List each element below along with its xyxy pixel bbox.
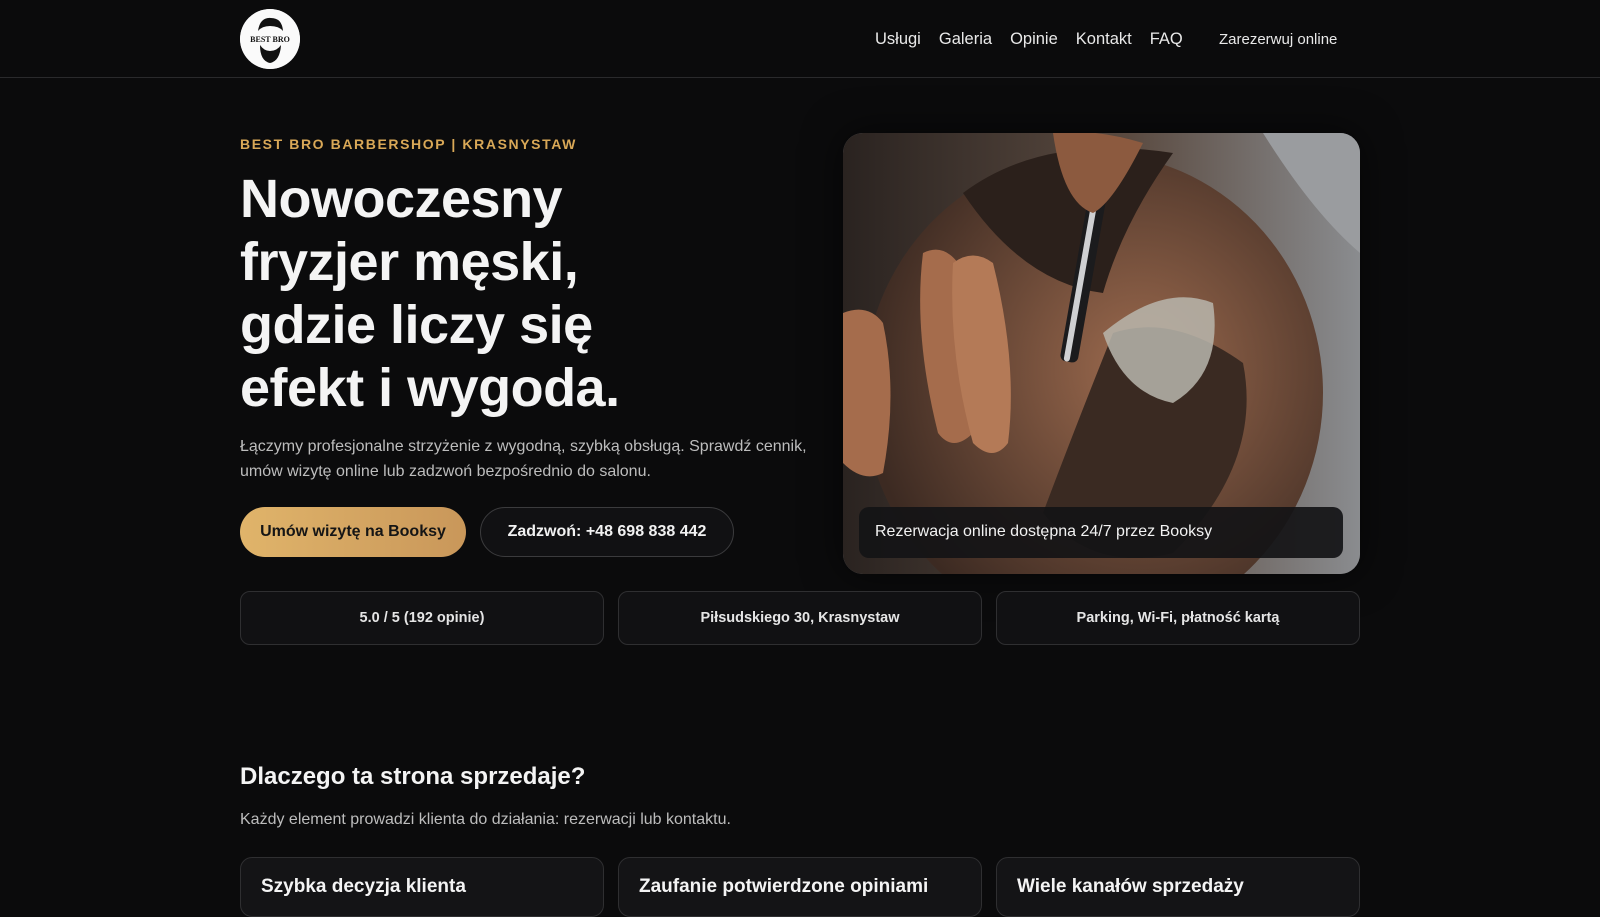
main-nav: Usługi Galeria Opinie Kontakt FAQ [875, 30, 1201, 49]
top-navbar: BEST BRO Usługi Galeria Opinie Kontakt F… [0, 0, 1600, 78]
logo-text: BEST BRO [250, 35, 290, 44]
why-section-title: Dlaczego ta strona sprzedaje? [240, 763, 586, 790]
headline-line-2: fryzjer męski, [240, 232, 579, 292]
reserve-online-link[interactable]: Zarezerwuj online [1219, 31, 1337, 48]
feature-cards: Szybka decyzja klienta Zaufanie potwierd… [240, 857, 1360, 917]
headline-line-3: gdzie liczy się [240, 295, 593, 355]
call-button[interactable]: Zadzwoń: +48 698 838 442 [480, 507, 734, 557]
nav-item-kontakt[interactable]: Kontakt [1076, 30, 1132, 49]
hero-headline: Nowoczesny fryzjer męski, gdzie liczy si… [240, 168, 800, 420]
hero-lead: Łączymy profesjonalne strzyżenie z wygod… [240, 438, 807, 480]
stat-amenities: Parking, Wi-Fi, płatność kartą [996, 591, 1360, 645]
hero-eyebrow: BEST BRO BARBERSHOP | KRASNYSTAW [240, 136, 577, 152]
why-section-subtitle: Każdy element prowadzi klienta do działa… [240, 811, 731, 828]
feature-card-title: Zaufanie potwierdzone opiniami [639, 876, 929, 897]
feature-card: Wiele kanałów sprzedaży [996, 857, 1360, 917]
stat-address: Piłsudskiego 30, Krasnystaw [618, 591, 982, 645]
booking-availability-caption: Rezerwacja online dostępna 24/7 przez Bo… [859, 507, 1343, 558]
feature-card: Szybka decyzja klienta [240, 857, 604, 917]
feature-card-title: Szybka decyzja klienta [261, 876, 466, 897]
stat-rating: 5.0 / 5 (192 opinie) [240, 591, 604, 645]
feature-card-title: Wiele kanałów sprzedaży [1017, 876, 1244, 897]
book-on-booksy-button[interactable]: Umów wizytę na Booksy [240, 507, 466, 557]
stats-row: 5.0 / 5 (192 opinie) Piłsudskiego 30, Kr… [240, 591, 1360, 645]
headline-line-4: efekt i wygoda. [240, 358, 620, 418]
nav-item-uslugi[interactable]: Usługi [875, 30, 921, 49]
hero-image: Rezerwacja online dostępna 24/7 przez Bo… [843, 133, 1360, 574]
nav-item-faq[interactable]: FAQ [1150, 30, 1183, 49]
brand-logo[interactable]: BEST BRO [240, 9, 300, 69]
nav-item-opinie[interactable]: Opinie [1010, 30, 1058, 49]
nav-item-galeria[interactable]: Galeria [939, 30, 992, 49]
headline-line-1: Nowoczesny [240, 169, 563, 229]
feature-card: Zaufanie potwierdzone opiniami [618, 857, 982, 917]
